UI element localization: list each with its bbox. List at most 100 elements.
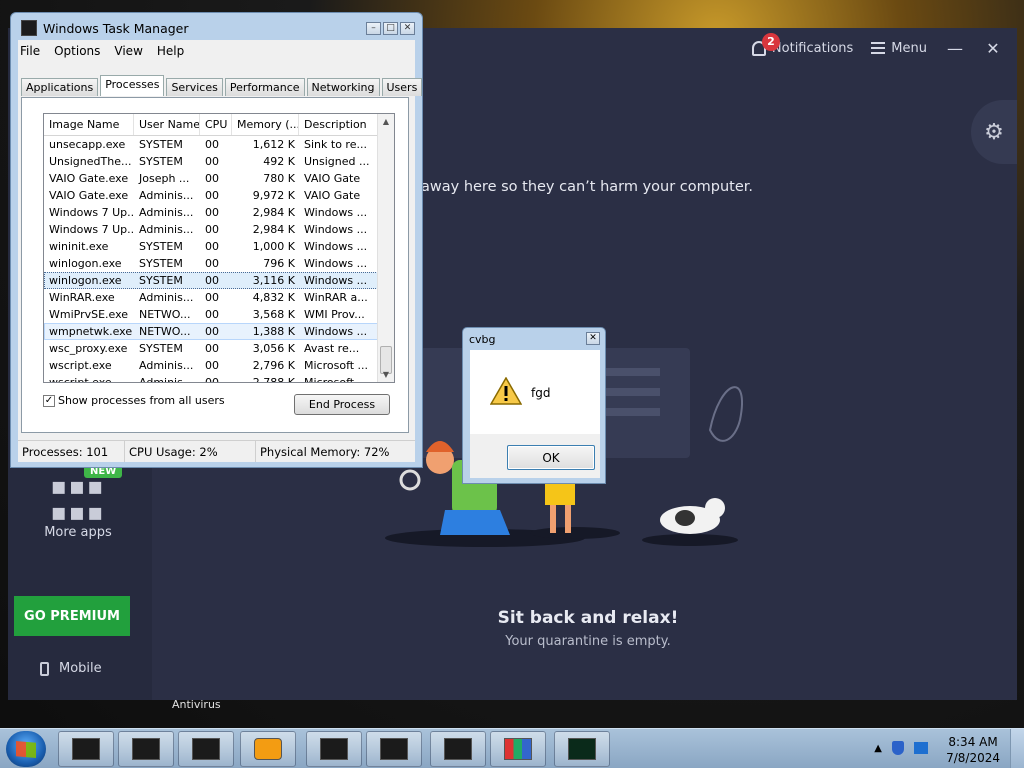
cell-user-name: Adminis... <box>139 376 194 383</box>
show-desktop-button[interactable] <box>1010 729 1024 768</box>
more-apps-button[interactable]: ▪▪▪ ▪▪▪ More apps <box>33 473 123 540</box>
table-row[interactable]: Windows 7 Up... Adminis... 00 2,984 K Window… <box>44 204 394 221</box>
dialog-message: fgd <box>531 386 551 400</box>
cell-user-name: Adminis... <box>139 359 194 372</box>
task-manager-icon <box>21 20 37 36</box>
go-premium-button[interactable]: GO PREMIUM <box>14 596 130 636</box>
cell-image-name: winlogon.exe <box>49 257 122 270</box>
menu-options[interactable]: Options <box>54 44 100 58</box>
scroll-down-arrow[interactable]: ▼ <box>378 370 394 379</box>
table-row[interactable]: VAIO Gate.exe Adminis... 00 9,972 K VAIO Gat… <box>44 187 394 204</box>
close-icon[interactable]: ✕ <box>983 39 1003 58</box>
table-row[interactable]: wmpnetwk.exe NETWO... 00 1,388 K Windows ... <box>44 323 394 340</box>
table-row[interactable]: VAIO Gate.exe Joseph ... 00 780 K VAIO Gate <box>44 170 394 187</box>
quarantine-description: away here so they can’t harm your comput… <box>421 179 754 195</box>
tab-services[interactable]: Services <box>166 78 223 96</box>
cell-user-name: SYSTEM <box>139 257 183 270</box>
tray-expand-icon[interactable]: ▲ <box>874 743 882 754</box>
menu-file[interactable]: File <box>20 44 40 58</box>
maximize-button[interactable]: □ <box>383 22 398 35</box>
dialog-close-button[interactable]: ✕ <box>586 332 600 345</box>
menu-button[interactable]: Menu <box>871 41 927 56</box>
taskbar-task-manager[interactable] <box>554 731 610 767</box>
cell-memory: 2,788 K <box>252 376 295 383</box>
ok-button[interactable]: OK <box>507 445 595 470</box>
table-row[interactable]: wsc_proxy.exe SYSTEM 00 3,056 K Avast re... <box>44 340 394 357</box>
cell-memory: 796 K <box>263 257 295 270</box>
taskbar-media-player[interactable] <box>240 731 296 767</box>
notifications-label: Notifications <box>771 40 854 56</box>
cell-memory: 492 K <box>263 155 295 168</box>
process-table: Image Name User Name CPU Memory (... Des… <box>43 113 395 383</box>
taskbar-app-2[interactable] <box>118 731 174 767</box>
cell-image-name: wscript.exe <box>49 359 112 372</box>
end-process-button[interactable]: End Process <box>294 394 390 415</box>
cell-user-name: NETWO... <box>139 325 191 338</box>
taskbar-app-3[interactable] <box>178 731 234 767</box>
cell-user-name: Adminis... <box>139 206 194 219</box>
network-icon[interactable] <box>914 742 928 754</box>
show-all-users-checkbox[interactable]: ✓ Show processes from all users <box>43 394 225 407</box>
table-row[interactable]: UnsignedThe... SYSTEM 00 492 K Unsigned ... <box>44 153 394 170</box>
cell-description: VAIO Gate <box>304 172 361 185</box>
processes-panel: Image Name User Name CPU Memory (... Des… <box>21 97 409 433</box>
cell-image-name: Windows 7 Up... <box>49 206 134 219</box>
table-row[interactable]: Windows 7 Up... Adminis... 00 2,984 K Window… <box>44 221 394 238</box>
minimize-icon[interactable]: — <box>945 39 965 58</box>
cell-cpu: 00 <box>205 342 219 355</box>
media-player-icon <box>254 738 282 760</box>
tab-networking[interactable]: Networking <box>306 78 380 96</box>
column-user-name[interactable]: User Name <box>134 114 200 135</box>
column-memory[interactable]: Memory (... <box>232 114 299 135</box>
column-cpu[interactable]: CPU <box>200 114 232 135</box>
cell-memory: 4,832 K <box>252 291 295 304</box>
status-cpu-usage: CPU Usage: 2% <box>125 441 256 462</box>
cell-cpu: 00 <box>205 172 219 185</box>
shield-icon[interactable] <box>892 741 904 755</box>
system-tray: ▲ <box>874 741 928 755</box>
tab-performance[interactable]: Performance <box>224 78 305 96</box>
vertical-scrollbar[interactable]: ▲ ▼ <box>377 114 394 382</box>
cell-description: Windows ... <box>304 325 368 338</box>
notifications-button[interactable]: 2 Notifications <box>751 32 854 56</box>
cell-description: WMI Prov... <box>304 308 365 321</box>
cell-image-name: wsc_proxy.exe <box>49 342 128 355</box>
cell-cpu: 00 <box>205 274 219 287</box>
cell-description: Windows ... <box>304 206 368 219</box>
menu-view[interactable]: View <box>114 44 142 58</box>
taskbar-app-7[interactable] <box>430 731 486 767</box>
dialog-titlebar[interactable]: cvbg <box>463 328 605 350</box>
cell-description: VAIO Gate <box>304 189 361 202</box>
status-bar: Processes: 101 CPU Usage: 2% Physical Me… <box>18 440 415 462</box>
table-row[interactable]: wscript.exe Adminis... 00 2,796 K Microsoft … <box>44 357 394 374</box>
taskbar-app-5[interactable] <box>306 731 362 767</box>
tab-users[interactable]: Users <box>381 78 423 96</box>
checkbox-box[interactable]: ✓ <box>43 394 55 407</box>
close-button[interactable]: ✕ <box>400 22 415 35</box>
mobile-button[interactable]: Mobile <box>40 661 102 676</box>
avast-topbar: 2 Notifications Menu — ✕ <box>751 28 1017 68</box>
table-row[interactable]: wininit.exe SYSTEM 00 1,000 K Windows ... <box>44 238 394 255</box>
menu-help[interactable]: Help <box>157 44 184 58</box>
gear-icon[interactable]: ⚙ <box>971 100 1017 164</box>
tab-processes[interactable]: Processes <box>100 75 165 96</box>
start-button[interactable] <box>6 731 46 767</box>
column-image-name[interactable]: Image Name <box>44 114 134 135</box>
cell-cpu: 00 <box>205 189 219 202</box>
cell-description: Windows ... <box>304 223 368 236</box>
taskbar-app-1[interactable] <box>58 731 114 767</box>
minimize-button[interactable]: – <box>366 22 381 35</box>
table-row[interactable]: winlogon.exe SYSTEM 00 3,116 K Windows ... <box>44 272 394 289</box>
table-row[interactable]: WinRAR.exe Adminis... 00 4,832 K WinRAR a... <box>44 289 394 306</box>
taskbar-clock[interactable]: 8:34 AM 7/8/2024 <box>946 734 1000 766</box>
taskbar-app-8[interactable] <box>490 731 546 767</box>
scroll-up-arrow[interactable]: ▲ <box>378 117 394 126</box>
task-manager-titlebar[interactable]: Windows Task Manager <box>11 13 422 43</box>
column-description[interactable]: Description <box>299 114 379 135</box>
table-row[interactable]: unsecapp.exe SYSTEM 00 1,612 K Sink to re... <box>44 136 394 153</box>
table-row[interactable]: wscript.exe Adminis... 00 2,788 K Microsoft … <box>44 374 394 383</box>
table-row[interactable]: WmiPrvSE.exe NETWO... 00 3,568 K WMI Prov... <box>44 306 394 323</box>
taskbar-app-6[interactable] <box>366 731 422 767</box>
table-row[interactable]: winlogon.exe SYSTEM 00 796 K Windows ... <box>44 255 394 272</box>
tab-applications[interactable]: Applications <box>21 78 99 96</box>
